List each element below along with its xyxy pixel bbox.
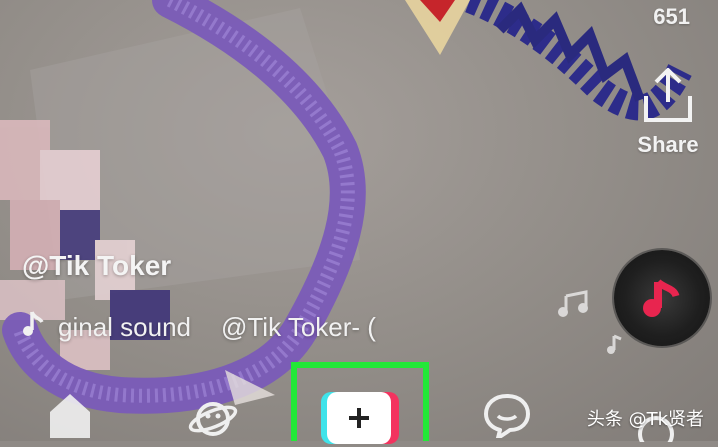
music-note-icon	[22, 310, 44, 345]
disc-music-note-icon	[638, 274, 686, 327]
video-author-username[interactable]: @Tik Toker	[22, 250, 171, 282]
inbox-icon[interactable]	[482, 392, 532, 443]
share-icon	[628, 66, 708, 124]
sound-author: @Tik Toker- (	[221, 312, 376, 342]
home-icon[interactable]	[48, 392, 92, 443]
share-label: Share	[637, 132, 699, 157]
video-count: 651	[653, 4, 690, 29]
sound-disc-button[interactable]	[614, 250, 710, 346]
share-button[interactable]: Share	[628, 66, 708, 158]
sound-title: ginal sound	[58, 312, 191, 342]
create-video-button[interactable]	[321, 392, 399, 444]
discover-icon[interactable]	[188, 394, 238, 445]
watermark: 头条 @Tk贤者	[586, 409, 704, 430]
floating-music-note-icon	[606, 334, 624, 361]
plus-icon	[327, 392, 391, 444]
floating-music-note-icon	[556, 290, 590, 323]
create-highlight-frame	[291, 362, 429, 444]
sound-row[interactable]: ginal sound @Tik Toker- (	[22, 310, 376, 345]
